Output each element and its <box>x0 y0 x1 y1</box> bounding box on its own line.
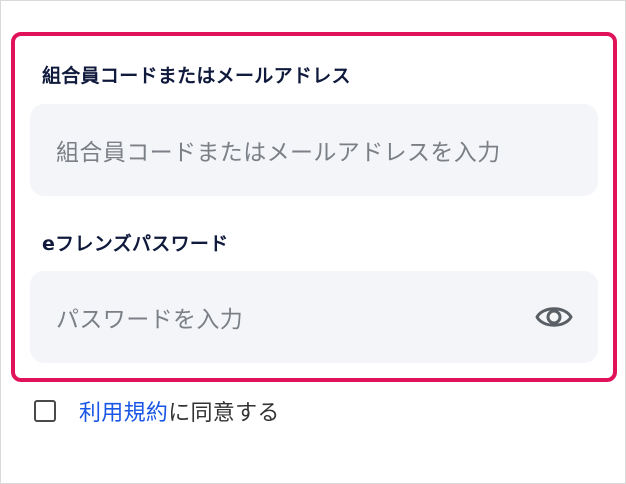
screenshot-frame: 組合員コードまたはメールアドレス 組合員コードまたはメールアドレスを入力 eフレ… <box>0 0 626 484</box>
member-code-input[interactable]: 組合員コードまたはメールアドレスを入力 <box>30 104 598 196</box>
eye-icon[interactable] <box>534 301 574 333</box>
terms-agreement-suffix: に同意する <box>168 401 280 426</box>
member-code-placeholder: 組合員コードまたはメールアドレスを入力 <box>56 140 501 166</box>
terms-agreement-text: 利用規約に同意する <box>79 395 280 427</box>
password-placeholder: パスワードを入力 <box>56 307 244 333</box>
password-input[interactable]: パスワードを入力 <box>30 271 598 363</box>
member-code-label: 組合員コードまたはメールアドレス <box>42 65 351 87</box>
password-label: eフレンズパスワード <box>42 233 229 255</box>
terms-checkbox[interactable] <box>34 400 56 422</box>
terms-agreement-row: 利用規約に同意する <box>34 395 280 427</box>
terms-link[interactable]: 利用規約 <box>79 401 168 426</box>
